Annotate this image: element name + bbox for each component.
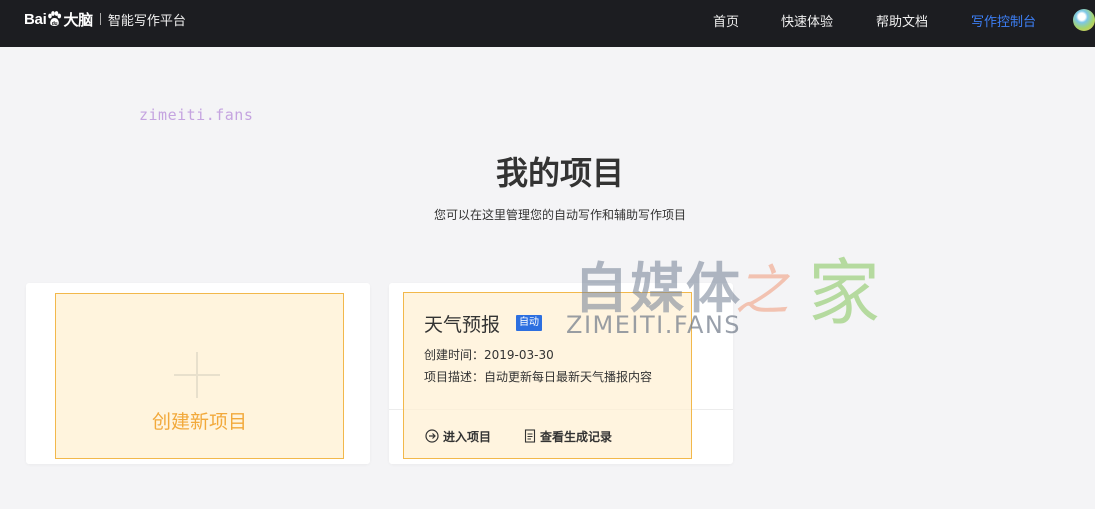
baidu-logo[interactable]: Bai du 大脑 智能写作平台 [24, 6, 186, 32]
created-label: 创建时间： [424, 348, 485, 362]
desc-label: 项目描述： [424, 370, 485, 384]
logo-mark: Bai du 大脑 [24, 9, 93, 30]
watermark-small: zimeiti.fans [139, 106, 254, 124]
watermark-jia: 家 [808, 251, 881, 335]
product-name: 智能写作平台 [107, 13, 186, 29]
project-description: 项目描述：自动更新每日最新天气播报内容 [424, 368, 652, 385]
create-project-button[interactable]: 创建新项目 [55, 293, 344, 459]
view-records-button[interactable]: 查看生成记录 [524, 427, 612, 445]
arrow-circle-icon [425, 429, 439, 443]
new-project-card: 创建新项目 [26, 283, 370, 464]
created-value: 2019-03-30 [484, 348, 554, 362]
nav-help-docs[interactable]: 帮助文档 [876, 0, 928, 40]
watermark-zhi: 之 [735, 259, 789, 322]
project-name: 天气预报 [424, 314, 501, 336]
enter-project-button[interactable]: 进入项目 [425, 427, 491, 445]
desc-value: 自动更新每日最新天气播报内容 [484, 370, 653, 384]
logo-text-du: 大脑 [63, 11, 93, 29]
project-type-badge: 自动 [516, 315, 542, 331]
nav-quick-experience[interactable]: 快速体验 [781, 0, 833, 40]
paw-icon: du [48, 11, 62, 27]
watermark-latin: ZIMEITI.FANS [566, 311, 742, 339]
view-records-label: 查看生成记录 [540, 429, 613, 444]
svg-text:du: du [52, 21, 58, 27]
logo-text-bai: Bai [24, 10, 47, 28]
user-avatar[interactable] [1073, 9, 1095, 31]
top-navbar: Bai du 大脑 智能写作平台 首页 快速体验 帮助文档 写作控制台 [0, 0, 1095, 47]
create-project-label: 创建新项目 [151, 411, 247, 433]
project-created: 创建时间：2019-03-30 [424, 346, 554, 363]
document-icon [524, 429, 536, 443]
page-title: 我的项目 [495, 154, 624, 192]
nav-home[interactable]: 首页 [713, 0, 739, 40]
page-subtitle: 您可以在这里管理您的自动写作和辅助写作项目 [433, 208, 686, 222]
enter-project-label: 进入项目 [443, 429, 492, 444]
logo-divider [99, 13, 101, 25]
nav-writing-console[interactable]: 写作控制台 [971, 0, 1036, 40]
